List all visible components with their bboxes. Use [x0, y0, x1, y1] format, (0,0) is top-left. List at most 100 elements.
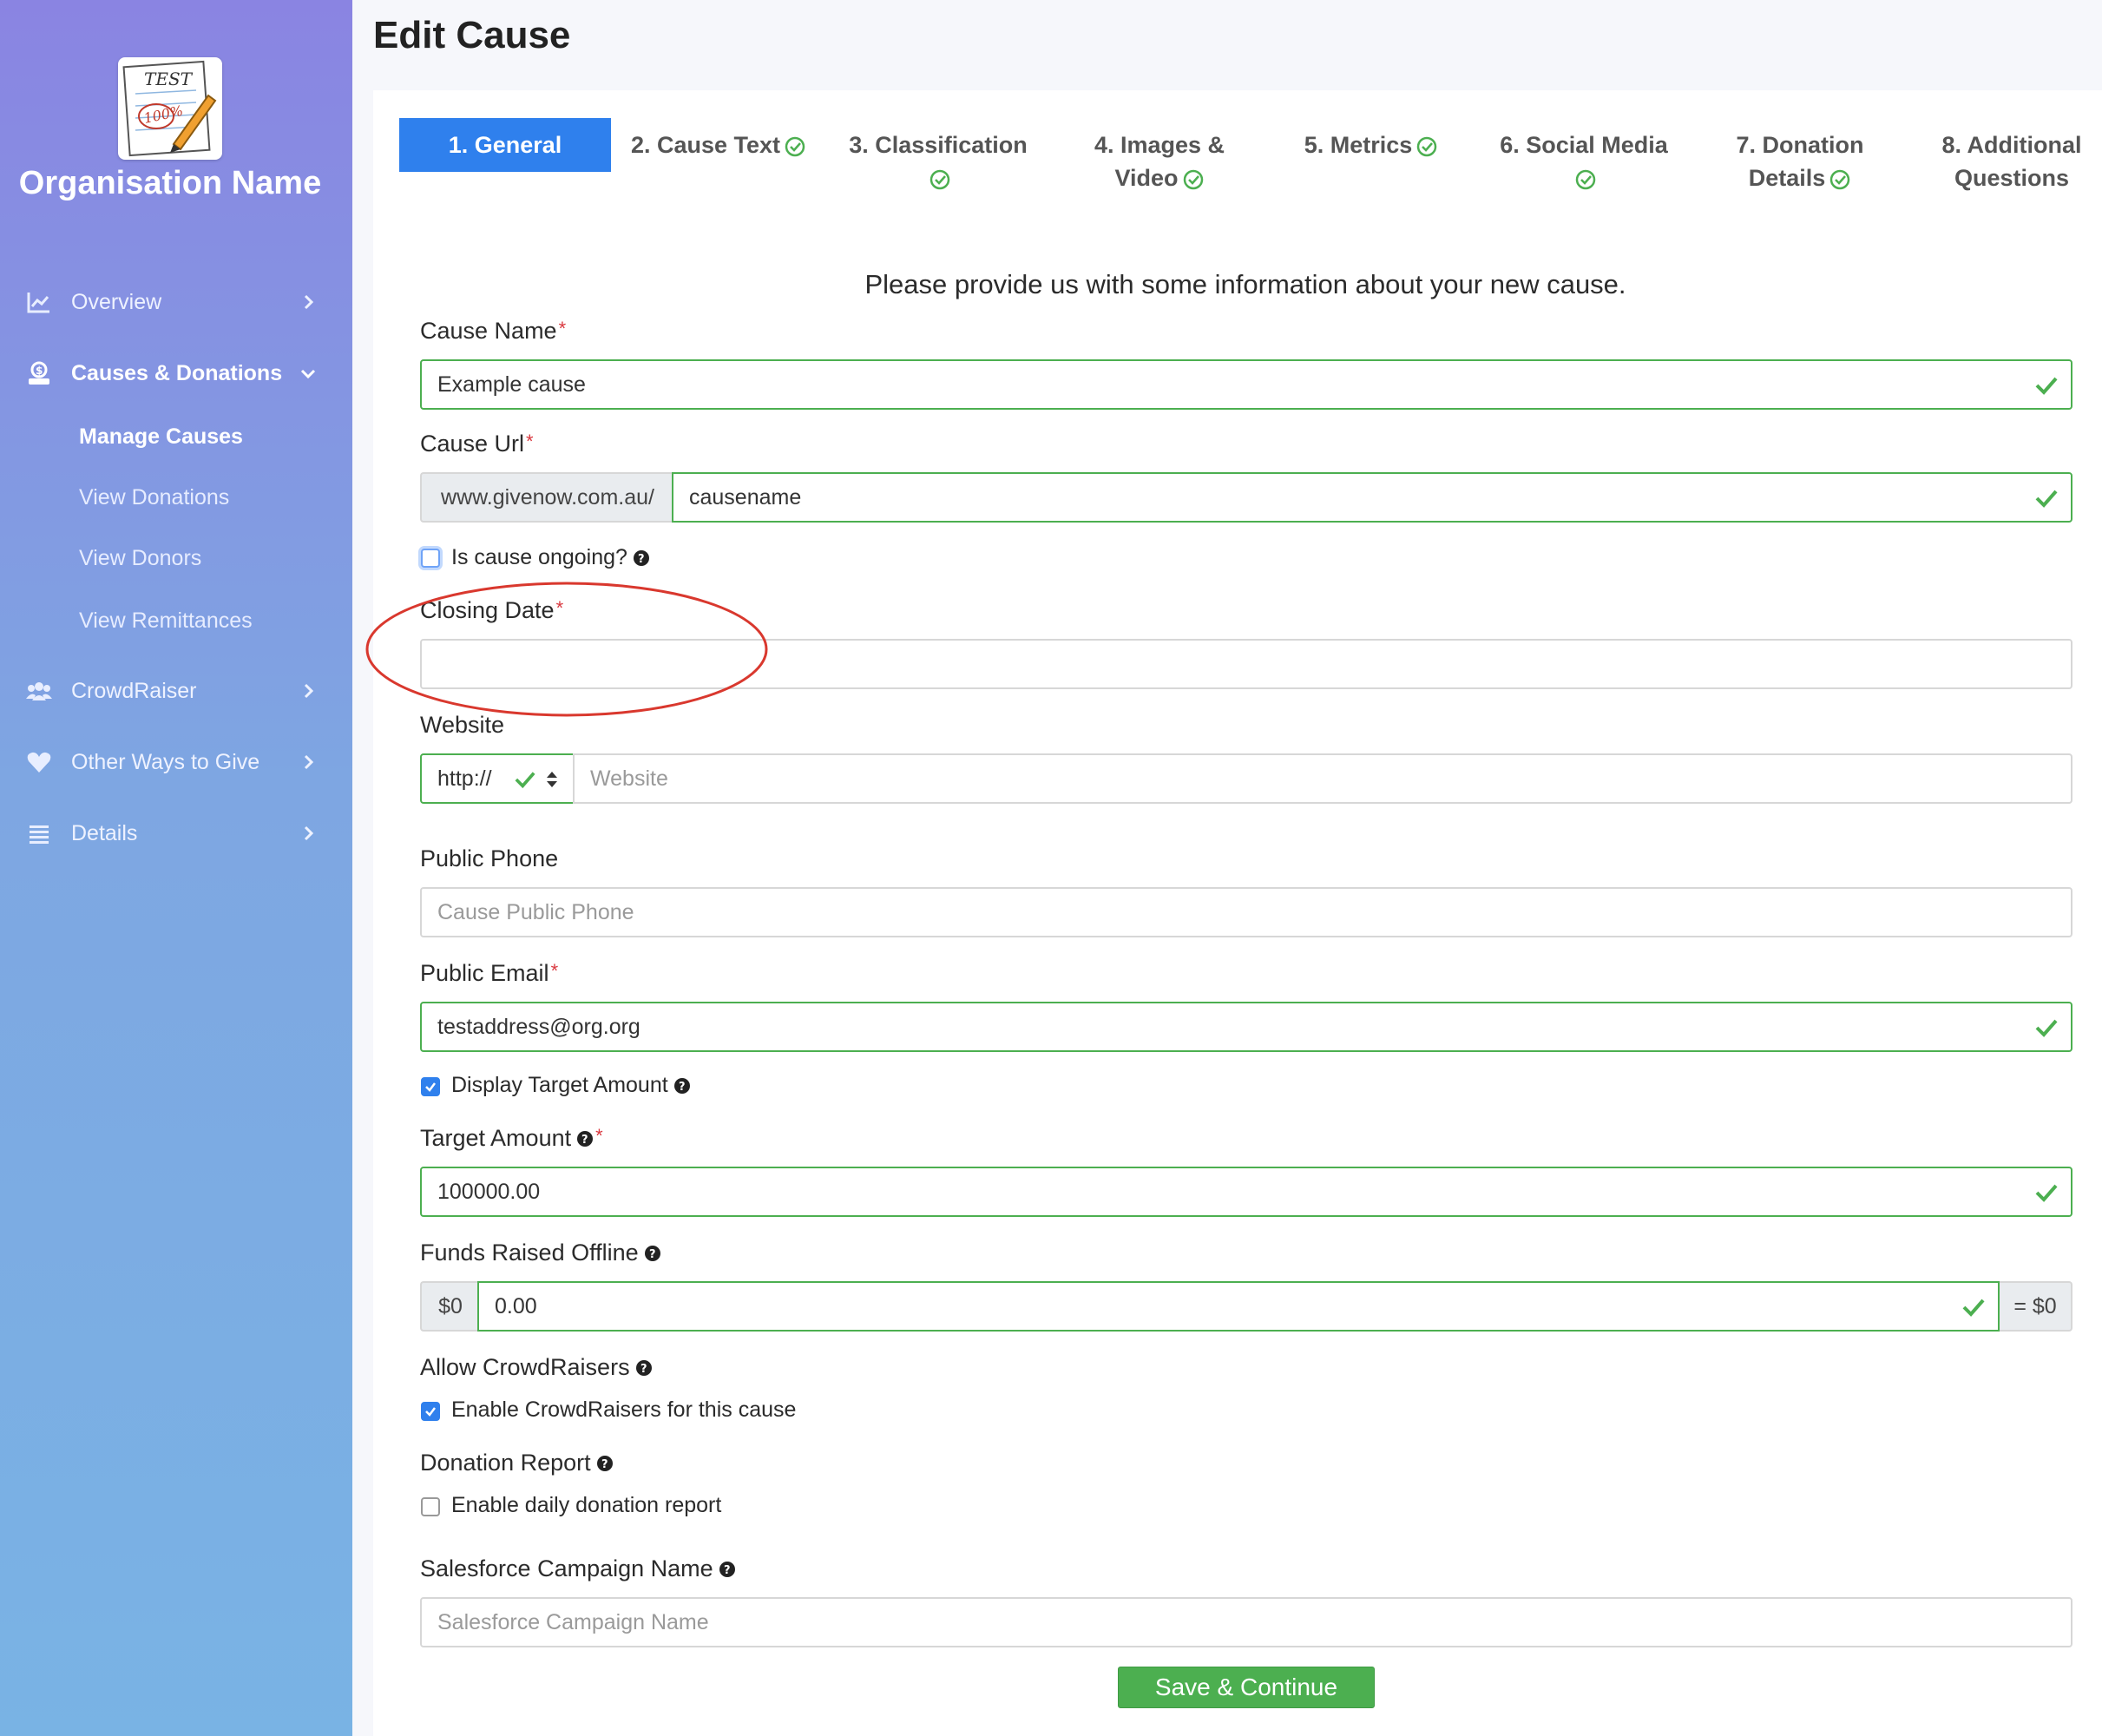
tab-images-video-label-1: 4. Images & [1094, 132, 1225, 158]
tab-additional-questions-label-2: Questions [1954, 165, 2070, 191]
display-target-label: Display Target Amount ? [451, 1073, 691, 1098]
check-icon [2035, 377, 2058, 395]
nav-other-ways-label: Other Ways to Give [71, 749, 260, 774]
tab-cause-text-label: 2. Cause Text [630, 132, 781, 158]
svg-text:?: ? [679, 1081, 686, 1094]
required-marker: * [550, 960, 559, 982]
nav-other-ways[interactable]: Other Ways to Give [0, 736, 352, 788]
website-protocol-value: http:// [437, 766, 492, 791]
closing-date-label-text: Closing Date [420, 597, 555, 623]
svg-text:?: ? [724, 1564, 731, 1577]
sub-nav-manage-causes[interactable]: Manage Causes [79, 415, 243, 458]
required-marker: * [595, 1125, 603, 1147]
tab-donation-details-label-2: Details [1748, 165, 1826, 191]
ongoing-label: Is cause ongoing? ? [451, 545, 650, 570]
sub-nav-view-donations[interactable]: View Donations [79, 476, 229, 519]
question-circle-icon[interactable]: ? [635, 1359, 653, 1377]
daily-report-checkbox[interactable] [421, 1497, 440, 1516]
display-target-checkbox[interactable] [421, 1077, 440, 1096]
svg-text:?: ? [638, 553, 645, 566]
sub-nav-view-donors[interactable]: View Donors [79, 536, 201, 580]
funds-offline-label-text: Funds Raised Offline [420, 1240, 639, 1266]
ongoing-label-text: Is cause ongoing? [451, 545, 627, 569]
website-protocol-select[interactable]: http:// [420, 753, 575, 804]
users-icon [26, 682, 52, 700]
cause-name-label-text: Cause Name [420, 318, 557, 344]
tab-images-video[interactable]: 4. Images & Video [1057, 128, 1262, 191]
tab-donation-details-label-1: 7. Donation [1736, 132, 1864, 158]
org-logo: TEST 100% [118, 57, 222, 160]
question-circle-icon[interactable]: ? [633, 549, 650, 567]
question-circle-icon[interactable]: ? [596, 1455, 614, 1472]
check-icon [2035, 490, 2058, 508]
salesforce-label-text: Salesforce Campaign Name [420, 1555, 713, 1581]
website-input[interactable]: Website [573, 753, 2072, 804]
nav-details[interactable]: Details [0, 807, 352, 859]
chevron-down-icon [300, 369, 316, 379]
public-phone-label: Public Phone [420, 845, 558, 872]
donation-report-label: Donation Report ? [420, 1450, 614, 1476]
check-icon [2035, 1019, 2058, 1037]
enable-crowdraisers-checkbox[interactable] [421, 1402, 440, 1421]
nav-overview[interactable]: Overview [0, 276, 352, 328]
display-target-label-text: Display Target Amount [451, 1073, 668, 1097]
target-amount-input[interactable]: 100000.00 [420, 1167, 2072, 1217]
svg-text:?: ? [649, 1248, 656, 1261]
svg-text:?: ? [581, 1134, 588, 1147]
cause-url-prefix: www.givenow.com.au/ [420, 472, 673, 523]
question-circle-icon[interactable]: ? [644, 1245, 661, 1262]
tab-cause-text[interactable]: 2. Cause Text [621, 128, 816, 182]
check-circle-icon [785, 136, 805, 157]
ongoing-checkbox[interactable] [421, 549, 440, 568]
svg-text:?: ? [640, 1363, 647, 1376]
nav-overview-label: Overview [71, 289, 162, 314]
tab-additional-questions[interactable]: 8. Additional Questions [1909, 128, 2102, 191]
allow-crowdraisers-label-text: Allow CrowdRaisers [420, 1354, 630, 1380]
chevron-right-icon [304, 825, 314, 841]
tab-social-media[interactable]: 6. Social Media [1475, 128, 1692, 190]
check-circle-icon [1183, 169, 1203, 190]
cause-name-input[interactable]: Example cause [420, 359, 2072, 410]
cause-name-value: Example cause [437, 372, 586, 397]
sort-caret-icon [547, 772, 557, 787]
cause-name-label: Cause Name * [420, 318, 566, 345]
cause-url-input[interactable]: causename [672, 472, 2072, 523]
tab-metrics-label: 5. Metrics [1304, 132, 1413, 158]
tab-classification[interactable]: 3. Classification [830, 128, 1047, 190]
public-email-input[interactable]: testaddress@org.org [420, 1002, 2072, 1052]
nav-crowdraiser[interactable]: CrowdRaiser [0, 665, 352, 717]
tab-general[interactable]: 1. General [399, 118, 611, 172]
closing-date-input[interactable] [420, 639, 2072, 689]
nav-causes-donations[interactable]: $ Causes & Donations [0, 347, 352, 399]
donation-report-label-text: Donation Report [420, 1450, 591, 1476]
sub-nav-view-remittances[interactable]: View Remittances [79, 599, 253, 642]
public-email-label: Public Email * [420, 960, 558, 987]
public-phone-placeholder: Cause Public Phone [437, 899, 634, 924]
public-email-label-text: Public Email [420, 960, 549, 986]
cause-url-value: causename [689, 484, 802, 510]
website-label-text: Website [420, 712, 505, 738]
funds-offline-label: Funds Raised Offline ? [420, 1240, 661, 1266]
question-circle-icon[interactable]: ? [719, 1561, 736, 1578]
required-marker: * [526, 431, 534, 452]
form-intro: Please provide us with some information … [864, 269, 1626, 299]
save-continue-button[interactable]: Save & Continue [1118, 1667, 1375, 1708]
salesforce-input[interactable]: Salesforce Campaign Name [420, 1597, 2072, 1647]
funds-offline-value: 0.00 [495, 1293, 537, 1318]
funds-offline-input[interactable]: 0.00 [477, 1281, 2000, 1332]
public-phone-label-text: Public Phone [420, 845, 559, 871]
tab-metrics[interactable]: 5. Metrics [1269, 128, 1474, 182]
tab-donation-details[interactable]: 7. Donation Details [1698, 128, 1902, 191]
required-marker: * [555, 597, 564, 619]
target-amount-value: 100000.00 [437, 1179, 541, 1204]
question-circle-icon[interactable]: ? [673, 1077, 691, 1095]
allow-crowdraisers-label: Allow CrowdRaisers ? [420, 1354, 653, 1381]
check-icon [515, 772, 535, 789]
question-circle-icon[interactable]: ? [576, 1130, 594, 1147]
donate-icon: $ [29, 361, 49, 385]
check-circle-icon [1830, 169, 1850, 190]
salesforce-label: Salesforce Campaign Name ? [420, 1555, 736, 1582]
public-phone-input[interactable]: Cause Public Phone [420, 887, 2072, 937]
checkmark-icon [425, 1082, 436, 1092]
tab-social-media-label: 6. Social Media [1500, 132, 1668, 158]
